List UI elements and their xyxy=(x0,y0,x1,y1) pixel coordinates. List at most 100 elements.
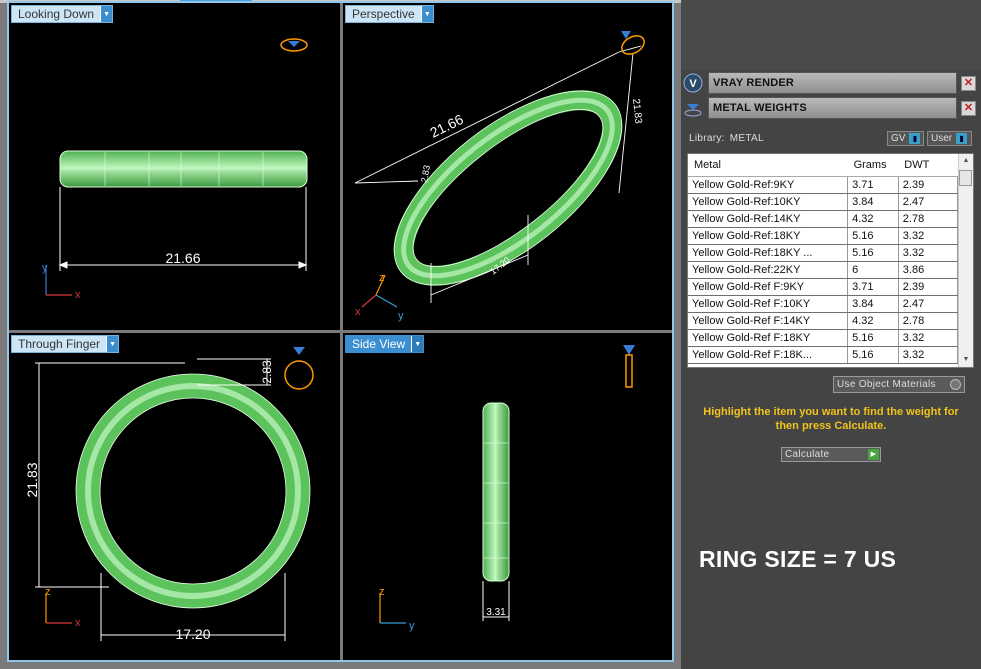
table-row[interactable]: Yellow Gold-Ref F:18K... 5.16 3.32 xyxy=(688,346,959,364)
table-scrollbar[interactable]: ▲ ▼ xyxy=(958,154,973,367)
axis-gizmo: z y xyxy=(379,586,415,632)
table-row[interactable]: Yellow Gold-Ref F:9KY 3.71 2.39 xyxy=(688,278,959,296)
gv-toggle-label: GV xyxy=(891,133,906,144)
viewport-label-side-view[interactable]: Side View ▼ xyxy=(345,335,425,353)
dwt-cell: 2.47 xyxy=(898,295,959,313)
table-row[interactable]: Yellow Gold-Ref F:18KY 5.16 3.32 xyxy=(688,329,959,347)
panel-top-area xyxy=(681,0,981,70)
metal-cell: Yellow Gold-Ref F:18KY xyxy=(688,329,849,347)
dwt-cell: 2.47 xyxy=(898,193,959,211)
metal-table[interactable]: Metal Grams DWT Yellow Gold-Ref:9KY 3.71 2… xyxy=(687,153,974,368)
chevron-down-icon[interactable]: ▼ xyxy=(420,6,433,22)
user-toggle-label: User xyxy=(931,133,953,144)
ring-preview-icon xyxy=(621,31,645,55)
calculate-button[interactable]: Calculate ▶ xyxy=(781,447,881,462)
viewport-looking-down[interactable]: 21.66 y x Looking Down ▼ xyxy=(9,3,340,330)
grams-cell: 3.71 xyxy=(847,278,899,296)
ring-front-view[interactable] xyxy=(75,373,311,609)
tool-title[interactable]: METAL WEIGHTS xyxy=(708,97,957,119)
table-row[interactable]: Yellow Gold-Ref:9KY 3.71 2.39 xyxy=(688,176,959,194)
dimension-width-label: 3.31 xyxy=(486,607,506,618)
metal-weights-icon[interactable] xyxy=(681,96,705,120)
viewport-label-through-finger[interactable]: Through Finger ▼ xyxy=(11,335,120,353)
svg-text:V: V xyxy=(689,78,697,90)
scroll-up-icon[interactable]: ▲ xyxy=(959,154,973,168)
table-row[interactable]: Yellow Gold-Ref:18KY 5.16 3.32 xyxy=(688,227,959,245)
dimension-thickness-label: 2.83 xyxy=(260,360,274,384)
viewport-perspective[interactable]: 21.66 21.83 2.83 17.20 z x y Perspective… xyxy=(343,3,672,330)
grams-cell: 5.16 xyxy=(847,346,899,364)
dimension-height-label: 21.83 xyxy=(630,98,644,124)
grams-cell: 5.16 xyxy=(847,244,899,262)
table-row[interactable]: Yellow Gold-Ref:22KY 6 3.86 xyxy=(688,261,959,279)
dwt-cell: 3.32 xyxy=(898,227,959,245)
through-finger-drawing: 21.83 2.83 17.20 z x xyxy=(24,347,314,642)
close-icon[interactable]: ✕ xyxy=(961,100,976,116)
metal-cell: Yellow Gold-Ref:14KY xyxy=(688,210,849,228)
user-toggle[interactable]: User ▮ xyxy=(927,131,972,146)
axis-z-label: z xyxy=(379,586,385,598)
side-view-drawing: 3.31 z y xyxy=(379,345,635,632)
metal-cell: Yellow Gold-Ref:22KY xyxy=(688,261,849,279)
viewport-label-text: Perspective xyxy=(352,7,415,21)
axis-x-label: x xyxy=(75,289,81,301)
table-row[interactable]: Yellow Gold-Ref:18KY ... 5.16 3.32 xyxy=(688,244,959,262)
viewport-label-perspective[interactable]: Perspective ▼ xyxy=(345,5,434,23)
axis-y-label: y xyxy=(409,620,415,632)
library-label: Library: xyxy=(689,132,725,144)
axis-gizmo: z x xyxy=(45,586,81,629)
toggle-switch-icon[interactable]: ▮ xyxy=(909,133,921,144)
chevron-down-icon[interactable]: ▼ xyxy=(411,336,424,352)
ring-side-view[interactable] xyxy=(482,402,510,582)
table-row[interactable]: Yellow Gold-Ref F:14KY 4.32 2.78 xyxy=(688,312,959,330)
looking-down-drawing: 21.66 y x xyxy=(42,38,308,301)
table-header-row: Metal Grams DWT xyxy=(688,154,958,177)
axis-y-label: y xyxy=(42,262,48,274)
dwt-cell: 3.32 xyxy=(898,244,959,262)
use-object-materials-option[interactable]: Use Object Materials xyxy=(833,376,965,393)
scroll-thumb[interactable] xyxy=(959,170,972,186)
dimension-inner-width-label: 17.20 xyxy=(175,626,210,642)
ring-preview-icon xyxy=(623,345,635,388)
viewport-label-looking-down[interactable]: Looking Down ▼ xyxy=(11,5,114,23)
viewport-side-view[interactable]: 3.31 z y Side View ▼ xyxy=(343,333,672,660)
ring-top-view[interactable] xyxy=(59,150,308,188)
viewport-label-text: Side View xyxy=(352,337,406,351)
radio-icon[interactable] xyxy=(950,379,961,390)
tool-row-vray[interactable]: V VRAY RENDER ✕ xyxy=(681,71,979,95)
axis-z-label: z xyxy=(379,272,385,284)
header-dwt[interactable]: DWT xyxy=(898,154,958,177)
grams-cell: 5.16 xyxy=(847,227,899,245)
metal-cell: Yellow Gold-Ref:10KY xyxy=(688,193,849,211)
play-arrow-icon[interactable]: ▶ xyxy=(868,449,879,460)
chevron-down-icon[interactable]: ▼ xyxy=(106,336,119,352)
dwt-cell: 3.86 xyxy=(898,261,959,279)
toggle-switch-icon[interactable]: ▮ xyxy=(956,133,968,144)
scroll-down-icon[interactable]: ▼ xyxy=(959,353,973,367)
ring-perspective[interactable] xyxy=(363,55,654,320)
grams-cell: 3.84 xyxy=(847,193,899,211)
metal-cell: Yellow Gold-Ref:18KY ... xyxy=(688,244,849,262)
table-row[interactable]: Yellow Gold-Ref F:10KY 3.84 2.47 xyxy=(688,295,959,313)
close-icon[interactable]: ✕ xyxy=(961,75,976,91)
tool-title[interactable]: VRAY RENDER xyxy=(708,72,957,94)
tool-row-metal-weights[interactable]: METAL WEIGHTS ✕ xyxy=(681,96,979,120)
header-grams[interactable]: Grams xyxy=(847,154,899,177)
viewport-through-finger[interactable]: 21.83 2.83 17.20 z x Through Finger ▼ xyxy=(9,333,340,660)
dwt-cell: 2.39 xyxy=(898,176,959,194)
table-row[interactable]: Yellow Gold-Ref:10KY 3.84 2.47 xyxy=(688,193,959,211)
metal-cell: Yellow Gold-Ref F:9KY xyxy=(688,278,849,296)
axis-z-label: z xyxy=(45,586,51,598)
table-row[interactable]: Yellow Gold-Ref:14KY 4.32 2.78 xyxy=(688,210,959,228)
vray-icon[interactable]: V xyxy=(681,71,705,95)
axis-gizmo: y x xyxy=(42,262,81,301)
grams-cell: 3.84 xyxy=(847,295,899,313)
header-metal[interactable]: Metal xyxy=(688,154,848,177)
gv-toggle[interactable]: GV ▮ xyxy=(887,131,924,146)
axis-x-label: x xyxy=(75,617,81,629)
chevron-down-icon[interactable]: ▼ xyxy=(100,6,113,22)
ring-preview-icon xyxy=(280,38,308,52)
calculate-label: Calculate xyxy=(785,449,830,460)
metal-weights-panel: V VRAY RENDER ✕ METAL WEIGHTS ✕ Library:… xyxy=(681,0,981,669)
dimension-height-label: 21.83 xyxy=(24,462,40,497)
